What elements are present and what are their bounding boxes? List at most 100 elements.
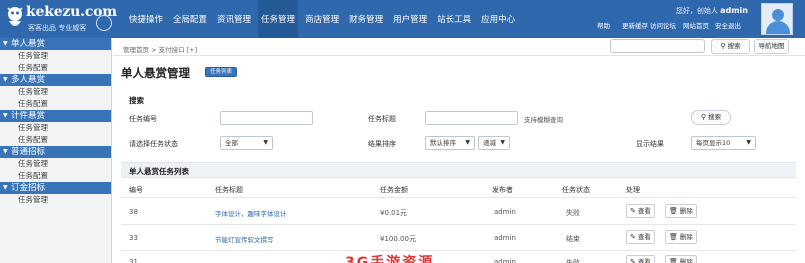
row-amount: ¥0.01元 bbox=[380, 209, 408, 217]
delete-label: 删除 bbox=[679, 207, 693, 215]
row-divider bbox=[121, 250, 796, 251]
row-status: 结束 bbox=[566, 235, 580, 243]
sidebar-group-multi-reward[interactable]: ▼ 多人悬赏 bbox=[0, 74, 111, 86]
trash-icon: 🗑 bbox=[669, 258, 678, 263]
sidebar-group-label: 普通招标 bbox=[11, 147, 46, 157]
logo-subtitle: 客客出品 专业威客 bbox=[28, 24, 87, 32]
page-title: 单人悬赏管理 bbox=[121, 66, 190, 80]
user-greeting: 您好，创始人 admin bbox=[676, 6, 748, 16]
row-id: 33 bbox=[129, 234, 138, 242]
row-amount: ¥100.00元 bbox=[380, 235, 416, 243]
search-section-title: 搜索 bbox=[129, 96, 144, 105]
toolbar: 管理首页 > 支付接口 [+] ⚲ 搜索 导航地图 bbox=[113, 38, 805, 56]
task-status-select[interactable]: 全部 ▼ bbox=[220, 136, 273, 150]
view-button[interactable]: ✎ 查看 bbox=[626, 204, 655, 218]
nav-shortcuts[interactable]: 快捷操作 bbox=[126, 0, 166, 38]
page-size-select[interactable]: 每页显示10 ▼ bbox=[691, 136, 756, 150]
sidebar-group-single-reward[interactable]: ▼ 单人悬赏 bbox=[0, 38, 111, 50]
task-status-label: 请选择任务状态 bbox=[129, 140, 178, 148]
main-nav: 快捷操作 全局配置 资讯管理 任务管理 商店管理 财务管理 用户管理 站长工具 … bbox=[126, 0, 522, 38]
collapse-arrow-icon: ▼ bbox=[3, 40, 8, 47]
row-divider bbox=[121, 197, 796, 198]
nav-task-management[interactable]: 任务管理 bbox=[258, 0, 299, 38]
row-publisher: admin bbox=[494, 208, 516, 216]
row-status: 失败 bbox=[566, 259, 580, 263]
quick-search-input[interactable] bbox=[610, 39, 705, 53]
nav-users[interactable]: 用户管理 bbox=[390, 0, 430, 38]
pencil-icon: ✎ bbox=[630, 233, 636, 241]
quick-search-label: 搜索 bbox=[727, 42, 741, 50]
main-content: 管理首页 > 支付接口 [+] ⚲ 搜索 导航地图 单人悬赏管理 任务列表 搜索 … bbox=[113, 38, 805, 263]
trash-icon: 🗑 bbox=[669, 207, 678, 215]
task-id-input[interactable] bbox=[220, 111, 313, 125]
order-value: 递减 bbox=[483, 139, 496, 147]
task-list-tag[interactable]: 任务列表 bbox=[205, 67, 238, 77]
sort-label: 结果排序 bbox=[368, 140, 396, 148]
view-button[interactable]: ✎ 查看 bbox=[626, 255, 655, 263]
view-button[interactable]: ✎ 查看 bbox=[626, 230, 655, 244]
help-link[interactable]: 帮助 bbox=[597, 20, 610, 30]
breadcrumb[interactable]: 管理首页 > 支付接口 [+] bbox=[123, 44, 197, 54]
nav-global-config[interactable]: 全局配置 bbox=[170, 0, 210, 38]
row-title-link[interactable]: 字体设计，趣味字体设计 bbox=[215, 208, 287, 218]
column-header-amount: 任务金额 bbox=[380, 186, 408, 194]
avatar[interactable] bbox=[761, 3, 793, 35]
sidebar-group-label: 多人悬赏 bbox=[11, 75, 46, 85]
pencil-icon: ✎ bbox=[630, 258, 636, 263]
sidebar-item-task-config[interactable]: 任务配置 bbox=[0, 170, 111, 182]
view-label: 查看 bbox=[637, 207, 651, 215]
column-header-id: 编号 bbox=[129, 186, 143, 194]
delete-label: 删除 bbox=[679, 258, 693, 263]
sort-value: 默认排序 bbox=[430, 139, 456, 147]
nav-finance[interactable]: 财务管理 bbox=[346, 0, 386, 38]
search-button-label: 搜索 bbox=[708, 113, 722, 121]
logo-ring-icon bbox=[96, 15, 112, 31]
site-logo[interactable]: kekezu.com 客客出品 专业威客 bbox=[4, 3, 117, 35]
sidebar-group-piece-reward[interactable]: ▼ 计件悬赏 bbox=[0, 110, 111, 122]
update-cache-link[interactable]: 更新缓存 bbox=[622, 20, 648, 30]
quick-search-button[interactable]: ⚲ 搜索 bbox=[711, 39, 750, 54]
nav-webmaster-tools[interactable]: 站长工具 bbox=[434, 0, 474, 38]
avatar-body-icon bbox=[766, 21, 790, 34]
sidebar-item-task-manage[interactable]: 任务管理 bbox=[0, 122, 111, 134]
forum-link[interactable]: 访问论坛 bbox=[650, 20, 676, 30]
sidebar-item-task-manage[interactable]: 任务管理 bbox=[0, 194, 111, 206]
logout-link[interactable]: 安全退出 bbox=[715, 20, 741, 30]
sidebar-item-task-config[interactable]: 任务配置 bbox=[0, 134, 111, 146]
row-publisher: admin bbox=[494, 258, 516, 263]
site-home-link[interactable]: 网站首页 bbox=[683, 20, 709, 30]
display-label: 显示结果 bbox=[636, 140, 664, 148]
sidebar-item-task-manage[interactable]: 任务管理 bbox=[0, 50, 111, 62]
delete-button[interactable]: 🗑 删除 bbox=[665, 204, 697, 218]
sidebar-group-normal-tender[interactable]: ▼ 普通招标 bbox=[0, 146, 111, 158]
collapse-arrow-icon: ▼ bbox=[3, 184, 8, 191]
greeting-text: 您好，创始人 bbox=[675, 7, 718, 15]
task-title-input[interactable] bbox=[425, 111, 518, 125]
task-id-label: 任务编号 bbox=[129, 115, 157, 123]
nav-news[interactable]: 资讯管理 bbox=[214, 0, 254, 38]
task-title-label: 任务标题 bbox=[368, 115, 396, 123]
search-button[interactable]: ⚲ 搜索 bbox=[691, 110, 731, 125]
sidebar-group-deposit-tender[interactable]: ▼ 订金招标 bbox=[0, 182, 111, 194]
search-icon: ⚲ bbox=[700, 113, 707, 121]
sidebar-item-task-config[interactable]: 任务配置 bbox=[0, 98, 111, 110]
order-select[interactable]: 递减 ▼ bbox=[478, 136, 510, 150]
sidebar: ▼ 单人悬赏 任务管理 任务配置 ▼ 多人悬赏 任务管理 任务配置 ▼ 计件悬赏 任务… bbox=[0, 38, 112, 263]
sort-select[interactable]: 默认排序 ▼ bbox=[425, 136, 475, 150]
nav-shop[interactable]: 商店管理 bbox=[302, 0, 342, 38]
list-section-header bbox=[121, 162, 796, 178]
row-title-link[interactable]: 节能灯宣传软文撰写 bbox=[215, 234, 274, 244]
column-header-publisher: 发布者 bbox=[492, 186, 513, 194]
sitemap-button[interactable]: 导航地图 bbox=[754, 39, 789, 54]
collapse-arrow-icon: ▼ bbox=[3, 112, 8, 119]
delete-button[interactable]: 🗑 删除 bbox=[665, 230, 697, 244]
top-bar: kekezu.com 客客出品 专业威客 快捷操作 全局配置 资讯管理 任务管理… bbox=[0, 0, 805, 38]
nav-app-center[interactable]: 应用中心 bbox=[478, 0, 518, 38]
sidebar-item-task-manage[interactable]: 任务管理 bbox=[0, 158, 111, 170]
column-header-status: 任务状态 bbox=[562, 186, 590, 194]
sidebar-item-task-manage[interactable]: 任务管理 bbox=[0, 86, 111, 98]
sidebar-item-task-config[interactable]: 任务配置 bbox=[0, 62, 111, 74]
row-divider bbox=[121, 224, 796, 225]
delete-button[interactable]: 🗑 删除 bbox=[665, 255, 697, 263]
username: admin bbox=[720, 6, 748, 15]
